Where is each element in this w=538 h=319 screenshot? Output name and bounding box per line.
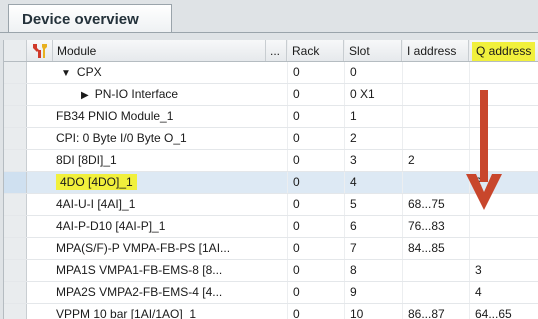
table-header: Module ... Rack Slot I address Q address <box>4 40 538 62</box>
slot-cell: 0 X1 <box>344 84 402 105</box>
table-row[interactable]: 8DI [8DI]_1 0 3 2 <box>4 150 538 172</box>
i-address-cell <box>402 282 469 303</box>
row-gutter <box>4 172 27 193</box>
table-row[interactable]: ▼ CPX 0 0 <box>4 62 538 84</box>
row-gutter <box>4 106 27 127</box>
table-row[interactable]: 4AI-P-D10 [4AI-P]_1 0 6 76...83 <box>4 216 538 238</box>
expand-arrow-icon[interactable]: ▶ <box>81 85 89 105</box>
module-cell: VPPM 10 bar [1AI/1AO]_1 <box>56 307 197 319</box>
column-header-i-address[interactable]: I address <box>402 40 469 61</box>
rack-cell: 0 <box>287 260 344 281</box>
table-row-selected[interactable]: 4DO [4DO]_1 0 4 2 <box>4 172 538 194</box>
module-cell: ▼ CPX <box>53 62 266 83</box>
module-name: PN-IO Interface <box>94 87 179 101</box>
row-gutter <box>4 84 27 105</box>
table-row[interactable]: MPA2S VMPA2-FB-EMS-4 [4... 0 9 4 <box>4 282 538 304</box>
column-header-more[interactable]: ... <box>266 40 287 61</box>
column-header-slot[interactable]: Slot <box>344 40 402 61</box>
rack-cell: 0 <box>287 194 344 215</box>
table-row[interactable]: VPPM 10 bar [1AI/1AO]_1 0 10 86...87 64.… <box>4 304 538 319</box>
slot-cell: 4 <box>344 172 402 193</box>
row-gutter <box>4 194 27 215</box>
slot-cell: 3 <box>344 150 402 171</box>
module-cell: 4DO [4DO]_1 <box>53 172 266 193</box>
module-cell: MPA2S VMPA2-FB-EMS-4 [4... <box>56 285 223 299</box>
slot-cell: 9 <box>344 282 402 303</box>
q-address-cell <box>469 216 538 237</box>
module-cell: MPA(S/F)-P VMPA-FB-PS [1AI... <box>56 241 231 255</box>
column-header-q-address[interactable]: Q address <box>469 40 538 61</box>
collapse-arrow-icon[interactable]: ▼ <box>61 63 71 83</box>
q-address-cell: 3 <box>469 260 538 281</box>
slot-cell: 6 <box>344 216 402 237</box>
device-overview-table: Module ... Rack Slot I address Q address… <box>3 40 538 319</box>
table-row[interactable]: ▶ PN-IO Interface 0 0 X1 <box>4 84 538 106</box>
i-address-cell: 84...85 <box>402 238 469 259</box>
header-gutter <box>4 40 27 61</box>
tab-device-overview[interactable]: Device overview <box>8 4 172 33</box>
rack-cell: 0 <box>287 304 344 319</box>
row-gutter <box>4 260 27 281</box>
row-gutter <box>4 238 27 259</box>
module-cell: CPI: 0 Byte I/0 Byte O_1 <box>56 131 187 145</box>
q-address-highlight: Q address <box>472 42 536 61</box>
slot-cell: 7 <box>344 238 402 259</box>
rack-cell: 0 <box>287 238 344 259</box>
row-gutter <box>4 128 27 149</box>
module-name: CPX <box>76 65 102 79</box>
row-gutter <box>4 216 27 237</box>
table-row[interactable]: FB34 PNIO Module_1 0 1 <box>4 106 538 128</box>
slot-cell: 0 <box>344 62 402 83</box>
q-address-cell <box>469 238 538 259</box>
row-gutter <box>4 304 27 319</box>
rack-cell: 0 <box>287 150 344 171</box>
row-gutter <box>4 150 27 171</box>
row-gutter <box>4 62 27 83</box>
q-address-cell: 4 <box>469 282 538 303</box>
i-address-cell: 76...83 <box>402 216 469 237</box>
wrench-icon <box>33 44 47 58</box>
module-cell: MPA1S VMPA1-FB-EMS-8 [8... <box>56 263 223 277</box>
rack-cell: 0 <box>287 216 344 237</box>
slot-cell: 5 <box>344 194 402 215</box>
tab-divider <box>0 32 538 33</box>
table-row[interactable]: 4AI-U-I [4AI]_1 0 5 68...75 <box>4 194 538 216</box>
column-header-module[interactable]: Module <box>53 40 266 61</box>
i-address-cell <box>402 260 469 281</box>
rack-cell: 0 <box>287 62 344 83</box>
rack-cell: 0 <box>287 128 344 149</box>
table-row[interactable]: MPA(S/F)-P VMPA-FB-PS [1AI... 0 7 84...8… <box>4 238 538 260</box>
module-cell: ▶ PN-IO Interface <box>53 84 266 105</box>
q-address-cell <box>469 62 538 83</box>
q-address-cell: 64...65 <box>469 304 538 319</box>
slot-cell: 8 <box>344 260 402 281</box>
rack-cell: 0 <box>287 282 344 303</box>
slot-cell: 1 <box>344 106 402 127</box>
column-header-rack[interactable]: Rack <box>287 40 344 61</box>
rack-cell: 0 <box>287 106 344 127</box>
table-row[interactable]: CPI: 0 Byte I/0 Byte O_1 0 2 <box>4 128 538 150</box>
module-cell: 4AI-P-D10 [4AI-P]_1 <box>56 219 166 233</box>
rack-cell: 0 <box>287 172 344 193</box>
i-address-cell <box>402 62 469 83</box>
rack-cell: 0 <box>287 84 344 105</box>
module-cell: FB34 PNIO Module_1 <box>56 109 174 123</box>
filter-icon[interactable] <box>27 40 53 61</box>
slot-cell: 10 <box>344 304 402 319</box>
module-highlight: 4DO [4DO]_1 <box>56 174 137 190</box>
table-row[interactable]: MPA1S VMPA1-FB-EMS-8 [8... 0 8 3 <box>4 260 538 282</box>
module-cell: 4AI-U-I [4AI]_1 <box>56 197 136 211</box>
i-address-cell: 86...87 <box>402 304 469 319</box>
module-cell: 8DI [8DI]_1 <box>56 153 117 167</box>
row-gutter <box>4 282 27 303</box>
annotation-arrow-down-icon <box>466 90 502 210</box>
slot-cell: 2 <box>344 128 402 149</box>
